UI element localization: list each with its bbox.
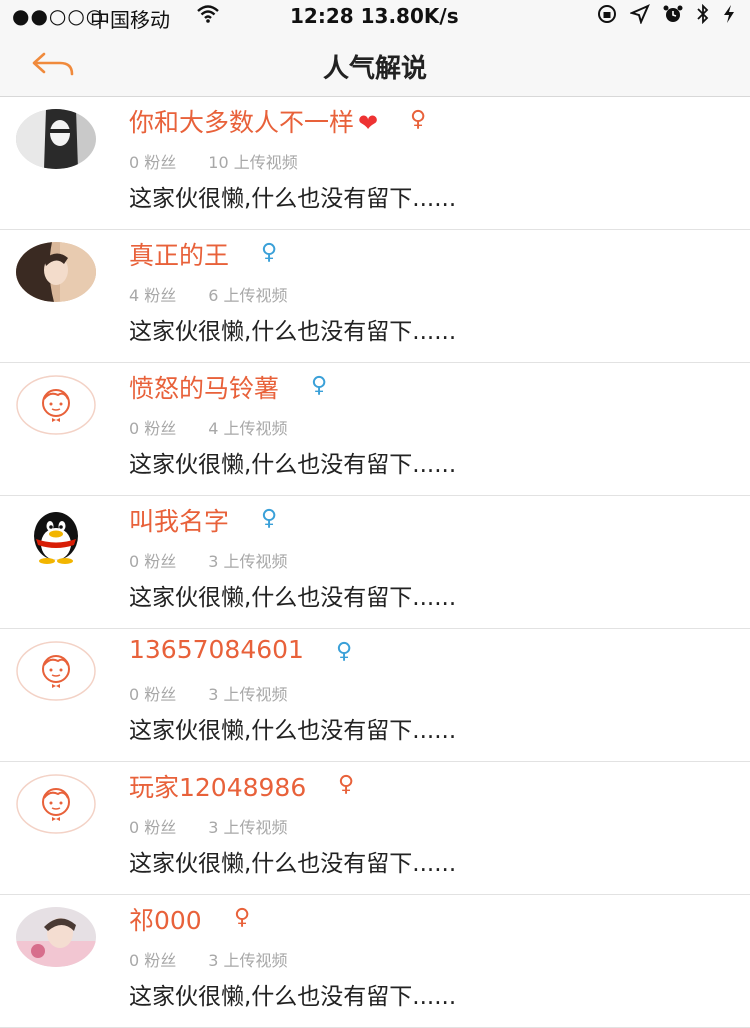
list-item[interactable]: 愤怒的马铃薯 ♀ 0 粉丝 4 上传视频这家伙很懒,什么也没有留下......	[0, 363, 750, 496]
female-gender-icon: ♀	[311, 373, 328, 398]
user-bio: 这家伙很懒,什么也没有留下......	[129, 718, 457, 744]
user-name[interactable]: 祁000	[129, 901, 202, 937]
female-gender-icon: ♀	[261, 240, 278, 265]
user-name-text: 真正的王	[129, 241, 230, 270]
location-icon	[630, 4, 650, 24]
charging-icon	[724, 5, 734, 23]
user-bio: 这家伙很懒,什么也没有留下......	[129, 984, 457, 1010]
avatar[interactable]	[16, 242, 96, 302]
upload-video-count: 3 上传视频	[208, 818, 288, 837]
user-stats: 0 粉丝 4 上传视频	[129, 415, 288, 439]
user-stats: 0 粉丝 10 上传视频	[129, 149, 298, 173]
list-item[interactable]: 祁000 ♀ 0 粉丝 3 上传视频这家伙很懒,什么也没有留下......	[0, 895, 750, 1028]
avatar[interactable]	[16, 774, 96, 834]
user-name[interactable]: 真正的王	[129, 236, 229, 272]
user-name-text: 你和大多数人不一样	[129, 108, 355, 137]
user-name-text: 愤怒的马铃薯	[129, 374, 280, 403]
list-item[interactable]: 你和大多数人不一样 ❤ ♀ 0 粉丝 10 上传视频这家伙很懒,什么也没有留下.....…	[0, 97, 750, 230]
female-gender-icon: ♀	[336, 639, 353, 664]
bluetooth-icon	[697, 4, 709, 24]
user-name[interactable]: 你和大多数人不一样 ❤	[129, 103, 378, 139]
fans-count: 4 粉丝	[129, 286, 177, 305]
female-gender-icon: ♀	[410, 107, 427, 132]
navigation-bar: 人气解说	[0, 32, 750, 97]
commentator-list: 你和大多数人不一样 ❤ ♀ 0 粉丝 10 上传视频这家伙很懒,什么也没有留下.....…	[0, 97, 750, 1028]
list-item[interactable]: 玩家12048986 ♀ 0 粉丝 3 上传视频这家伙很懒,什么也没有留下......	[0, 762, 750, 895]
user-stats: 0 粉丝 3 上传视频	[129, 814, 288, 838]
user-name-text: 祁000	[129, 906, 202, 935]
user-bio: 这家伙很懒,什么也没有留下......	[129, 851, 457, 877]
avatar[interactable]	[16, 109, 96, 169]
user-name-text: 叫我名字	[129, 507, 230, 536]
list-item[interactable]: 真正的王 ♀ 4 粉丝 6 上传视频这家伙很懒,什么也没有留下......	[0, 230, 750, 363]
upload-video-count: 3 上传视频	[208, 685, 288, 704]
fans-count: 0 粉丝	[129, 685, 177, 704]
user-name-text: 13657084601	[129, 635, 304, 664]
user-stats: 0 粉丝 3 上传视频	[129, 548, 288, 572]
female-gender-icon: ♀	[234, 905, 251, 930]
upload-video-count: 6 上传视频	[208, 286, 288, 305]
avatar[interactable]	[16, 508, 96, 568]
user-name[interactable]: 玩家12048986	[129, 768, 306, 804]
fans-count: 0 粉丝	[129, 153, 177, 172]
user-name[interactable]: 叫我名字	[129, 502, 229, 538]
fans-count: 0 粉丝	[129, 419, 177, 438]
upload-video-count: 3 上传视频	[208, 951, 288, 970]
female-gender-icon: ♀	[261, 506, 278, 531]
fans-count: 0 粉丝	[129, 552, 177, 571]
fans-count: 0 粉丝	[129, 951, 177, 970]
user-bio: 这家伙很懒,什么也没有留下......	[129, 319, 457, 345]
user-bio: 这家伙很懒,什么也没有留下......	[129, 452, 457, 478]
user-name[interactable]: 愤怒的马铃薯	[129, 369, 279, 405]
user-bio: 这家伙很懒,什么也没有留下......	[129, 585, 457, 611]
upload-video-count: 10 上传视频	[208, 153, 298, 172]
list-item[interactable]: 13657084601 ♀ 0 粉丝 3 上传视频这家伙很懒,什么也没有留下.....…	[0, 629, 750, 762]
user-name[interactable]: 13657084601	[129, 635, 304, 664]
user-name-text: 玩家12048986	[129, 773, 307, 802]
upload-video-count: 4 上传视频	[208, 419, 288, 438]
avatar[interactable]	[16, 375, 96, 435]
status-icons	[596, 4, 736, 24]
fans-count: 0 粉丝	[129, 818, 177, 837]
status-bar: ●●○○○ 中国移动 12:28 13.80K/s	[0, 0, 750, 32]
carrier-name: 中国移动	[90, 8, 170, 32]
wifi-icon	[196, 4, 220, 29]
alarm-icon	[663, 5, 683, 22]
user-bio: 这家伙很懒,什么也没有留下......	[129, 186, 457, 212]
avatar[interactable]	[16, 907, 96, 967]
rotation-lock-icon	[598, 5, 616, 23]
heart-icon: ❤	[358, 109, 379, 137]
list-item[interactable]: 叫我名字 ♀ 0 粉丝 3 上传视频这家伙很懒,什么也没有留下......	[0, 496, 750, 629]
upload-video-count: 3 上传视频	[208, 552, 288, 571]
female-gender-icon: ♀	[338, 772, 355, 797]
user-stats: 0 粉丝 3 上传视频	[129, 681, 288, 705]
page-title: 人气解说	[322, 54, 427, 84]
time-and-speed: 12:28 13.80K/s	[290, 4, 459, 28]
avatar[interactable]	[16, 641, 96, 701]
user-stats: 4 粉丝 6 上传视频	[129, 282, 288, 306]
user-stats: 0 粉丝 3 上传视频	[129, 947, 288, 971]
